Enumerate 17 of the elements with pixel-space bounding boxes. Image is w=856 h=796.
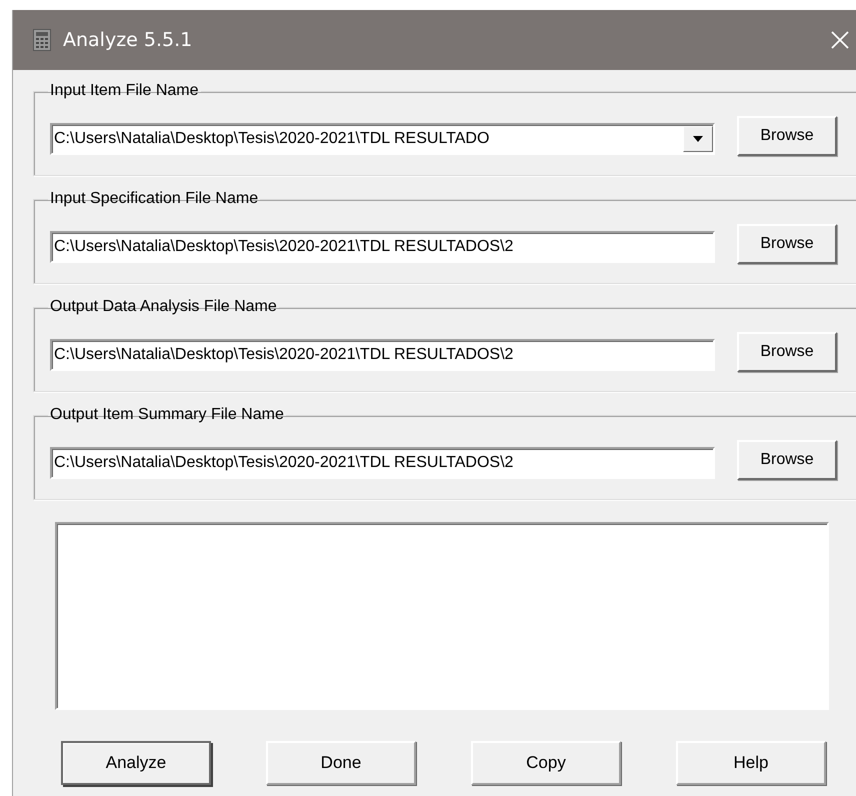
group-label: Output Item Summary File Name bbox=[49, 406, 285, 424]
dialog-button[interactable]: Done bbox=[266, 741, 416, 785]
dialog-button[interactable]: Help bbox=[676, 741, 826, 785]
browse-button[interactable]: Browse bbox=[737, 224, 837, 264]
path-field[interactable]: C:\Users\Natalia\Desktop\Tesis\2020-2021\TDL RESULTADOS\2 bbox=[50, 446, 715, 478]
group-label: Input Item File Name bbox=[49, 82, 200, 100]
browse-button[interactable]: Browse bbox=[737, 116, 837, 156]
group-label: Input Specification File Name bbox=[49, 190, 260, 208]
dialog-button[interactable]: Copy bbox=[471, 741, 621, 785]
window-title: Analyze 5.5.1 bbox=[63, 29, 194, 51]
browse-button[interactable]: Browse bbox=[737, 440, 837, 480]
path-field[interactable]: C:\Users\Natalia\Desktop\Tesis\2020-2021\TDL RESULTADOS\2 bbox=[50, 338, 715, 370]
group-label: Output Data Analysis File Name bbox=[49, 298, 278, 316]
dialog-button[interactable]: Analyze bbox=[61, 741, 211, 785]
browse-button[interactable]: Browse bbox=[737, 332, 837, 372]
path-combo[interactable]: C:\Users\Natalia\Desktop\Tesis\2020-2021\TDL RESULTADO bbox=[50, 122, 715, 154]
path-field[interactable]: C:\Users\Natalia\Desktop\Tesis\2020-2021\TDL RESULTADOS\2 bbox=[50, 230, 715, 262]
